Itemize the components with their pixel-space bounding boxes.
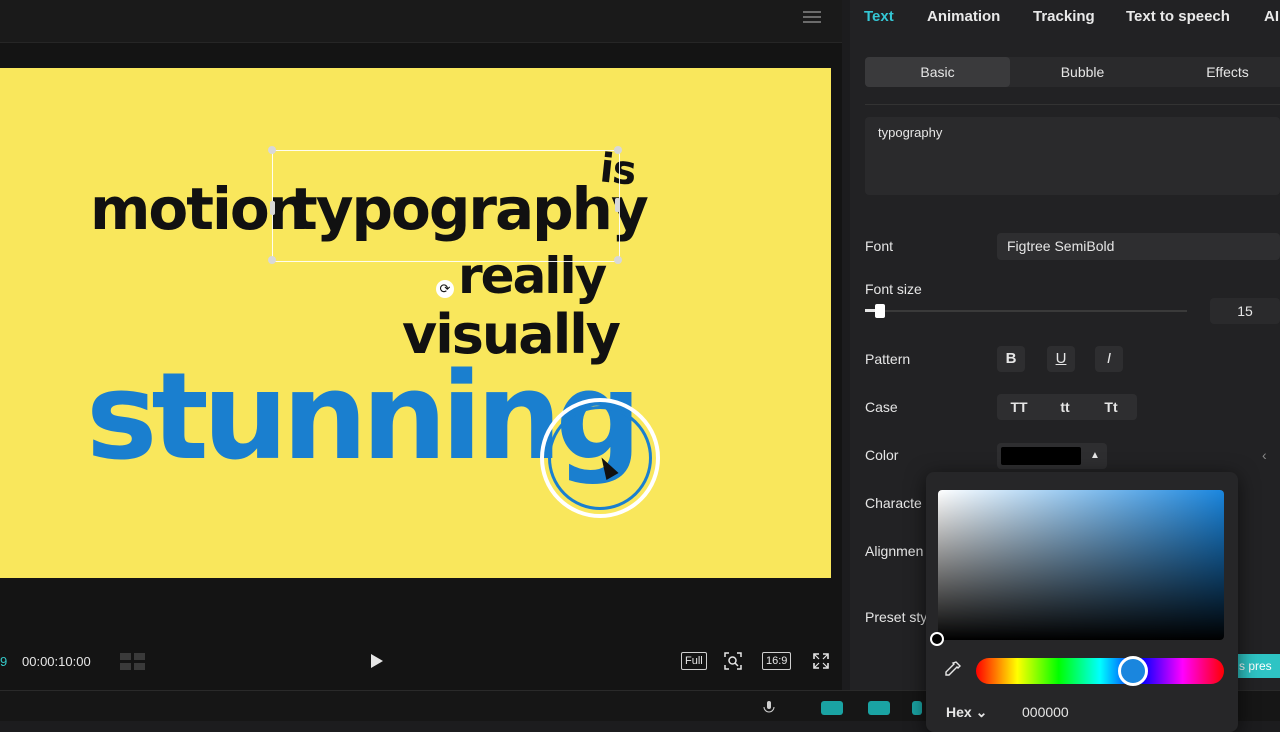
play-button[interactable] [371,654,383,668]
grid-icon[interactable] [120,653,146,671]
zoom-fit-icon[interactable] [724,652,742,670]
gift-icon[interactable] [868,701,890,715]
link-clips-icon[interactable] [821,701,843,715]
eyedropper-icon[interactable] [940,658,964,682]
character-label: Characte [865,495,922,511]
text-content-input[interactable]: typography [865,117,1280,195]
italic-button[interactable]: I [1095,346,1123,372]
color-format-dropdown[interactable]: Hex ⌄ [940,704,993,724]
tab-tracking[interactable]: Tracking [1033,8,1095,25]
resize-handle-top-right[interactable] [614,146,622,154]
player-controls: 9 00:00:10:00 Full 16:9 [0,640,842,684]
color-label: Color [865,447,899,463]
tab-ai[interactable]: AI [1264,8,1279,25]
subtab-effects[interactable]: Effects [1155,57,1280,87]
total-duration: 00:00:10:00 [22,654,91,669]
case-uppercase-button[interactable]: TT [997,394,1041,420]
hue-slider-knob[interactable] [1118,656,1148,686]
resize-handle-top-left[interactable] [268,146,276,154]
saturation-value-area[interactable] [938,490,1224,640]
underline-button[interactable]: U [1047,346,1075,372]
aspect-ratio-button[interactable]: 16:9 [762,652,792,670]
subtab-basic[interactable]: Basic [865,57,1010,87]
video-canvas[interactable]: motion typography is really visually stu… [0,68,831,578]
saturation-value-knob[interactable] [930,632,944,646]
tab-text-to-speech[interactable]: Text to speech [1126,8,1230,25]
alignment-label: Alignmen [865,543,924,559]
property-tabs: Text Animation Tracking Text to speech A… [850,0,1280,40]
font-label: Font [865,238,894,254]
color-picker-popup: Hex ⌄ 000000 [926,472,1238,732]
hex-value-input[interactable]: 000000 [1022,704,1069,720]
preset-style-label: Preset sty [865,609,928,625]
color-picker-button[interactable]: ▲ [997,443,1107,469]
tab-animation[interactable]: Animation [927,8,1000,25]
selection-box[interactable] [272,150,620,262]
font-size-slider-track[interactable] [865,310,1187,312]
color-swatch [1001,447,1081,465]
microphone-icon[interactable] [762,701,776,715]
subtab-bubble[interactable]: Bubble [1010,57,1155,87]
resize-handle-bottom-right[interactable] [614,256,622,264]
save-preset-button[interactable]: s pres [1235,654,1280,678]
case-lowercase-button[interactable]: tt [1043,394,1087,420]
chevron-up-icon: ▲ [1090,450,1100,461]
rotate-icon[interactable]: ⟳ [436,280,454,298]
case-label: Case [865,399,898,415]
case-button-group: TT tt Tt [997,394,1137,420]
resize-handle-left[interactable] [270,201,275,215]
menu-icon[interactable] [803,8,821,24]
chevron-left-icon[interactable]: ‹ [1262,447,1267,463]
tab-text[interactable]: Text [864,8,894,25]
bold-button[interactable]: B [997,346,1025,372]
font-select[interactable]: Figtree SemiBold [997,233,1280,260]
player-panel: motion typography is really visually stu… [0,0,842,690]
color-format-label: Hex [946,704,972,720]
player-topbar [0,0,842,43]
fullscreen-icon[interactable] [813,653,829,669]
subtab-bar: Basic Bubble Effects [865,57,1280,87]
resize-handle-bottom-left[interactable] [268,256,276,264]
track-toggle-icon[interactable] [912,701,922,715]
current-time: 9 [0,654,8,669]
chevron-down-icon: ⌄ [975,704,988,720]
resize-handle-right[interactable] [615,198,620,212]
pattern-label: Pattern [865,351,911,367]
font-size-input[interactable]: 15 [1210,298,1280,324]
font-size-slider-knob[interactable] [875,304,885,318]
hue-slider[interactable] [976,658,1224,684]
case-titlecase-button[interactable]: Tt [1089,394,1133,420]
divider [865,104,1280,105]
font-size-label: Font size [865,281,922,297]
full-quality-button[interactable]: Full [681,652,707,670]
